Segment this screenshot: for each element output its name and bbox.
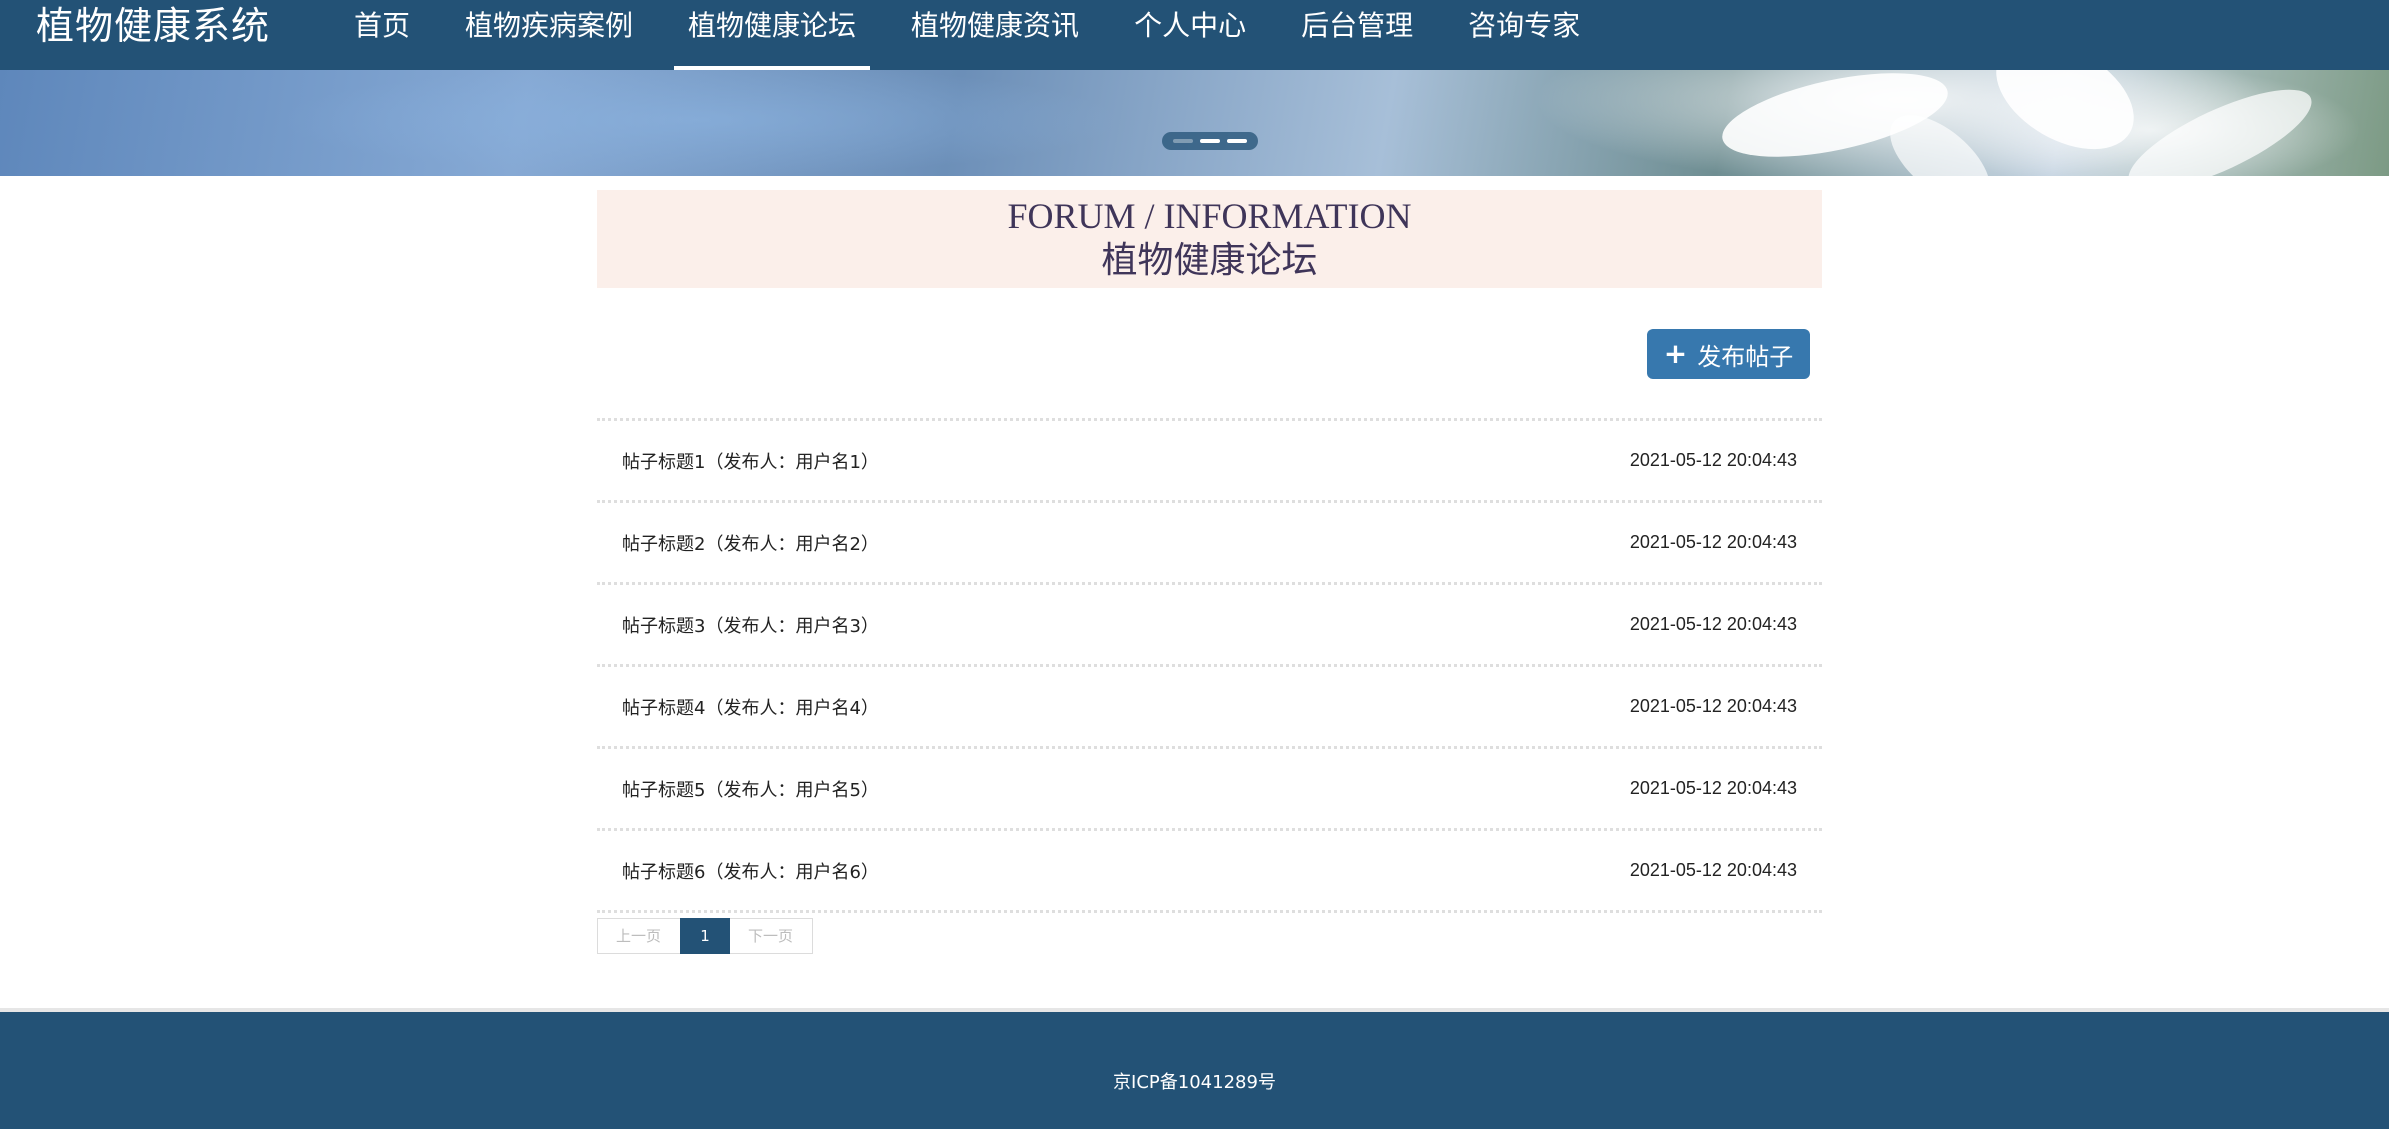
post-time: 2021-05-12 20:04:43 <box>1629 860 1797 880</box>
section-title-en: FORUM / INFORMATION <box>1007 196 1412 236</box>
post-time: 2021-05-12 20:04:43 <box>1629 696 1797 716</box>
page-number-button[interactable]: 1 <box>680 918 730 954</box>
post-time: 2021-05-12 20:04:43 <box>1629 532 1797 552</box>
flower-petal-decoration <box>2116 70 2324 176</box>
carousel-indicators <box>1162 132 1258 150</box>
nav-item-news[interactable]: 植物健康资讯 <box>897 0 1093 70</box>
post-time: 2021-05-12 20:04:43 <box>1629 450 1797 470</box>
carousel-dot[interactable] <box>1173 139 1193 143</box>
post-title[interactable]: 帖子标题5（发布人：用户名5） <box>622 776 879 802</box>
nav-item-admin[interactable]: 后台管理 <box>1287 0 1427 70</box>
post-title[interactable]: 帖子标题4（发布人：用户名4） <box>622 694 879 720</box>
nav-item-home[interactable]: 首页 <box>340 0 424 70</box>
post-row[interactable]: 帖子标题6（发布人：用户名6） 2021-05-12 20:04:43 <box>597 828 1822 913</box>
carousel-dot-active[interactable] <box>1200 139 1220 143</box>
publish-post-label: 发布帖子 <box>1697 342 1794 371</box>
post-row[interactable]: 帖子标题1（发布人：用户名1） 2021-05-12 20:04:43 <box>597 418 1822 500</box>
post-row[interactable]: 帖子标题4（发布人：用户名4） 2021-05-12 20:04:43 <box>597 664 1822 746</box>
next-page-button[interactable]: 下一页 <box>730 918 813 954</box>
top-header: 植物健康系统 首页 植物疾病案例 植物健康论坛 植物健康资讯 个人中心 后台管理… <box>0 0 2389 70</box>
icp-record: 京ICP备1041289号 <box>1113 1072 1276 1093</box>
site-footer: 京ICP备1041289号 <box>0 1012 2389 1129</box>
flower-petal-decoration <box>1977 70 2153 172</box>
nav-item-forum[interactable]: 植物健康论坛 <box>674 0 871 70</box>
prev-page-button[interactable]: 上一页 <box>597 918 680 954</box>
carousel-dot[interactable] <box>1227 139 1247 143</box>
banner-carousel[interactable] <box>0 70 2389 176</box>
plus-icon: + <box>1663 337 1688 370</box>
post-row[interactable]: 帖子标题5（发布人：用户名5） 2021-05-12 20:04:43 <box>597 746 1822 828</box>
post-list: 帖子标题1（发布人：用户名1） 2021-05-12 20:04:43 帖子标题… <box>597 418 1822 913</box>
post-title[interactable]: 帖子标题3（发布人：用户名3） <box>622 612 879 638</box>
post-time: 2021-05-12 20:04:43 <box>1629 778 1797 798</box>
main-nav: 首页 植物疾病案例 植物健康论坛 植物健康资讯 个人中心 后台管理 咨询专家 <box>340 0 1621 70</box>
nav-item-disease-cases[interactable]: 植物疾病案例 <box>451 0 647 70</box>
post-row[interactable]: 帖子标题3（发布人：用户名3） 2021-05-12 20:04:43 <box>597 582 1822 664</box>
publish-post-button[interactable]: + 发布帖子 <box>1647 329 1810 379</box>
post-title[interactable]: 帖子标题2（发布人：用户名2） <box>622 530 879 556</box>
post-title[interactable]: 帖子标题1（发布人：用户名1） <box>622 448 879 474</box>
post-time: 2021-05-12 20:04:43 <box>1629 614 1797 634</box>
post-title[interactable]: 帖子标题6（发布人：用户名6） <box>622 858 879 884</box>
section-title-box: FORUM / INFORMATION 植物健康论坛 <box>597 190 1822 288</box>
site-brand[interactable]: 植物健康系统 <box>36 0 270 52</box>
pagination: 上一页 1 下一页 <box>597 918 813 954</box>
section-title-cn: 植物健康论坛 <box>1101 240 1318 281</box>
nav-item-personal-center[interactable]: 个人中心 <box>1120 0 1260 70</box>
post-row[interactable]: 帖子标题2（发布人：用户名2） 2021-05-12 20:04:43 <box>597 500 1822 582</box>
nav-item-consult-expert[interactable]: 咨询专家 <box>1454 0 1594 70</box>
